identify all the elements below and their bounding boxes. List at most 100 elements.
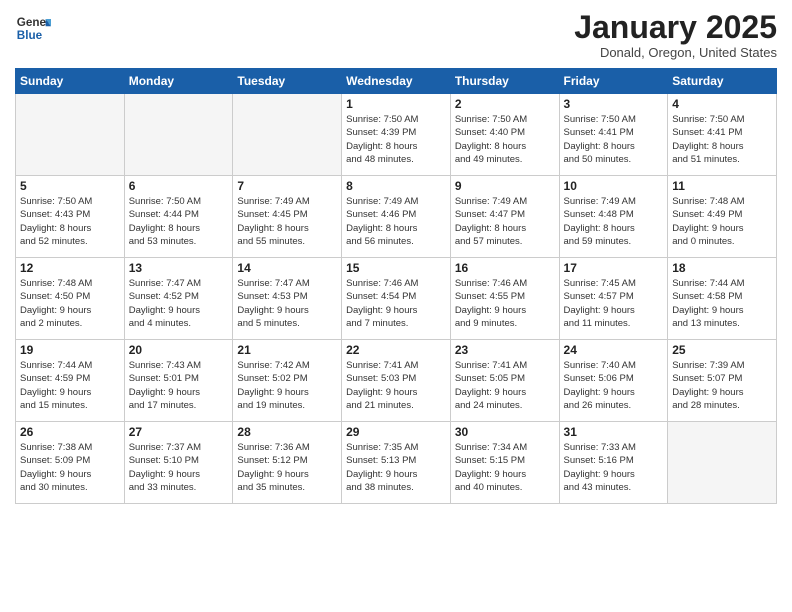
day-number-5: 5 <box>20 179 120 193</box>
week-row-3: 19 Sunrise: 7:44 AM Sunset: 4:59 PM Dayli… <box>16 340 777 422</box>
calendar-cell-w3-d2: 21 Sunrise: 7:42 AM Sunset: 5:02 PM Dayli… <box>233 340 342 422</box>
day-info-14: Sunrise: 7:47 AM Sunset: 4:53 PM Dayligh… <box>237 277 337 330</box>
day-number-24: 24 <box>564 343 664 357</box>
calendar-cell-w2-d5: 17Sunrise: 7:45 AM Sunset: 4:57 PM Dayli… <box>559 258 668 340</box>
page: General Blue January 2025 Donald, Oregon… <box>0 0 792 612</box>
logo: General Blue <box>15 10 51 46</box>
day-number-14: 14 <box>237 261 337 275</box>
calendar-cell-w3-d6: 25Sunrise: 7:39 AM Sunset: 5:07 PM Dayli… <box>668 340 777 422</box>
calendar-cell-w4-d4: 30 Sunrise: 7:34 AM Sunset: 5:15 PM Dayli… <box>450 422 559 504</box>
day-info-29: Sunrise: 7:35 AM Sunset: 5:13 PM Dayligh… <box>346 441 446 494</box>
day-number-22: 22 <box>346 343 446 357</box>
calendar-cell-w2-d6: 18 Sunrise: 7:44 AM Sunset: 4:58 PM Dayli… <box>668 258 777 340</box>
calendar-cell-w0-d5: 3Sunrise: 7:50 AM Sunset: 4:41 PM Daylig… <box>559 94 668 176</box>
day-info-10: Sunrise: 7:49 AM Sunset: 4:48 PM Dayligh… <box>564 195 664 248</box>
day-number-20: 20 <box>129 343 229 357</box>
day-number-4: 4 <box>672 97 772 111</box>
calendar-cell-w4-d5: 31 Sunrise: 7:33 AM Sunset: 5:16 PM Dayli… <box>559 422 668 504</box>
calendar-cell-w0-d6: 4Sunrise: 7:50 AM Sunset: 4:41 PM Daylig… <box>668 94 777 176</box>
day-number-23: 23 <box>455 343 555 357</box>
calendar-cell-w0-d1 <box>124 94 233 176</box>
day-info-17: Sunrise: 7:45 AM Sunset: 4:57 PM Dayligh… <box>564 277 664 330</box>
week-row-1: 5 Sunrise: 7:50 AM Sunset: 4:43 PM Daylig… <box>16 176 777 258</box>
day-info-20: Sunrise: 7:43 AM Sunset: 5:01 PM Dayligh… <box>129 359 229 412</box>
day-info-7: Sunrise: 7:49 AM Sunset: 4:45 PM Dayligh… <box>237 195 337 248</box>
header-saturday: Saturday <box>668 69 777 94</box>
day-info-26: Sunrise: 7:38 AM Sunset: 5:09 PM Dayligh… <box>20 441 120 494</box>
weekday-header-row: Sunday Monday Tuesday Wednesday Thursday… <box>16 69 777 94</box>
day-number-15: 15 <box>346 261 446 275</box>
calendar-cell-w1-d0: 5 Sunrise: 7:50 AM Sunset: 4:43 PM Daylig… <box>16 176 125 258</box>
day-number-10: 10 <box>564 179 664 193</box>
day-info-8: Sunrise: 7:49 AM Sunset: 4:46 PM Dayligh… <box>346 195 446 248</box>
day-number-29: 29 <box>346 425 446 439</box>
day-info-21: Sunrise: 7:42 AM Sunset: 5:02 PM Dayligh… <box>237 359 337 412</box>
calendar-cell-w3-d1: 20 Sunrise: 7:43 AM Sunset: 5:01 PM Dayli… <box>124 340 233 422</box>
day-number-21: 21 <box>237 343 337 357</box>
day-number-28: 28 <box>237 425 337 439</box>
day-info-13: Sunrise: 7:47 AM Sunset: 4:52 PM Dayligh… <box>129 277 229 330</box>
day-info-31: Sunrise: 7:33 AM Sunset: 5:16 PM Dayligh… <box>564 441 664 494</box>
day-info-23: Sunrise: 7:41 AM Sunset: 5:05 PM Dayligh… <box>455 359 555 412</box>
day-number-18: 18 <box>672 261 772 275</box>
header-wednesday: Wednesday <box>342 69 451 94</box>
day-info-2: Sunrise: 7:50 AM Sunset: 4:40 PM Dayligh… <box>455 113 555 166</box>
day-number-1: 1 <box>346 97 446 111</box>
calendar-cell-w1-d6: 11 Sunrise: 7:48 AM Sunset: 4:49 PM Dayli… <box>668 176 777 258</box>
day-number-30: 30 <box>455 425 555 439</box>
week-row-0: 1 Sunrise: 7:50 AM Sunset: 4:39 PM Daylig… <box>16 94 777 176</box>
calendar-cell-w0-d0 <box>16 94 125 176</box>
calendar-cell-w2-d4: 16 Sunrise: 7:46 AM Sunset: 4:55 PM Dayli… <box>450 258 559 340</box>
day-number-26: 26 <box>20 425 120 439</box>
calendar-cell-w1-d1: 6 Sunrise: 7:50 AM Sunset: 4:44 PM Daylig… <box>124 176 233 258</box>
day-info-12: Sunrise: 7:48 AM Sunset: 4:50 PM Dayligh… <box>20 277 120 330</box>
day-info-30: Sunrise: 7:34 AM Sunset: 5:15 PM Dayligh… <box>455 441 555 494</box>
day-number-6: 6 <box>129 179 229 193</box>
day-info-9: Sunrise: 7:49 AM Sunset: 4:47 PM Dayligh… <box>455 195 555 248</box>
calendar-cell-w1-d2: 7 Sunrise: 7:49 AM Sunset: 4:45 PM Daylig… <box>233 176 342 258</box>
calendar-cell-w2-d1: 13 Sunrise: 7:47 AM Sunset: 4:52 PM Dayli… <box>124 258 233 340</box>
day-number-31: 31 <box>564 425 664 439</box>
svg-text:Blue: Blue <box>17 29 43 42</box>
calendar-cell-w1-d5: 10 Sunrise: 7:49 AM Sunset: 4:48 PM Dayli… <box>559 176 668 258</box>
day-info-16: Sunrise: 7:46 AM Sunset: 4:55 PM Dayligh… <box>455 277 555 330</box>
week-row-4: 26 Sunrise: 7:38 AM Sunset: 5:09 PM Dayli… <box>16 422 777 504</box>
day-number-3: 3 <box>564 97 664 111</box>
day-info-6: Sunrise: 7:50 AM Sunset: 4:44 PM Dayligh… <box>129 195 229 248</box>
calendar-cell-w4-d0: 26 Sunrise: 7:38 AM Sunset: 5:09 PM Dayli… <box>16 422 125 504</box>
calendar-cell-w3-d0: 19 Sunrise: 7:44 AM Sunset: 4:59 PM Dayli… <box>16 340 125 422</box>
day-number-13: 13 <box>129 261 229 275</box>
calendar-cell-w1-d3: 8 Sunrise: 7:49 AM Sunset: 4:46 PM Daylig… <box>342 176 451 258</box>
calendar-cell-w2-d0: 12Sunrise: 7:48 AM Sunset: 4:50 PM Dayli… <box>16 258 125 340</box>
header-monday: Monday <box>124 69 233 94</box>
day-info-1: Sunrise: 7:50 AM Sunset: 4:39 PM Dayligh… <box>346 113 446 166</box>
location: Donald, Oregon, United States <box>574 45 777 60</box>
day-number-8: 8 <box>346 179 446 193</box>
day-number-7: 7 <box>237 179 337 193</box>
calendar-cell-w4-d1: 27Sunrise: 7:37 AM Sunset: 5:10 PM Dayli… <box>124 422 233 504</box>
day-info-15: Sunrise: 7:46 AM Sunset: 4:54 PM Dayligh… <box>346 277 446 330</box>
calendar-cell-w0-d3: 1 Sunrise: 7:50 AM Sunset: 4:39 PM Daylig… <box>342 94 451 176</box>
header-tuesday: Tuesday <box>233 69 342 94</box>
day-info-5: Sunrise: 7:50 AM Sunset: 4:43 PM Dayligh… <box>20 195 120 248</box>
calendar-cell-w2-d3: 15 Sunrise: 7:46 AM Sunset: 4:54 PM Dayli… <box>342 258 451 340</box>
day-info-11: Sunrise: 7:48 AM Sunset: 4:49 PM Dayligh… <box>672 195 772 248</box>
header-sunday: Sunday <box>16 69 125 94</box>
day-number-19: 19 <box>20 343 120 357</box>
calendar-cell-w0-d4: 2 Sunrise: 7:50 AM Sunset: 4:40 PM Daylig… <box>450 94 559 176</box>
calendar-cell-w3-d3: 22Sunrise: 7:41 AM Sunset: 5:03 PM Dayli… <box>342 340 451 422</box>
title-block: January 2025 Donald, Oregon, United Stat… <box>574 10 777 60</box>
day-number-27: 27 <box>129 425 229 439</box>
day-number-25: 25 <box>672 343 772 357</box>
month-title: January 2025 <box>574 10 777 45</box>
day-number-11: 11 <box>672 179 772 193</box>
calendar-cell-w3-d5: 24Sunrise: 7:40 AM Sunset: 5:06 PM Dayli… <box>559 340 668 422</box>
week-row-2: 12Sunrise: 7:48 AM Sunset: 4:50 PM Dayli… <box>16 258 777 340</box>
day-info-28: Sunrise: 7:36 AM Sunset: 5:12 PM Dayligh… <box>237 441 337 494</box>
day-info-18: Sunrise: 7:44 AM Sunset: 4:58 PM Dayligh… <box>672 277 772 330</box>
day-number-2: 2 <box>455 97 555 111</box>
header-thursday: Thursday <box>450 69 559 94</box>
day-number-16: 16 <box>455 261 555 275</box>
calendar-cell-w4-d3: 29 Sunrise: 7:35 AM Sunset: 5:13 PM Dayli… <box>342 422 451 504</box>
day-info-19: Sunrise: 7:44 AM Sunset: 4:59 PM Dayligh… <box>20 359 120 412</box>
